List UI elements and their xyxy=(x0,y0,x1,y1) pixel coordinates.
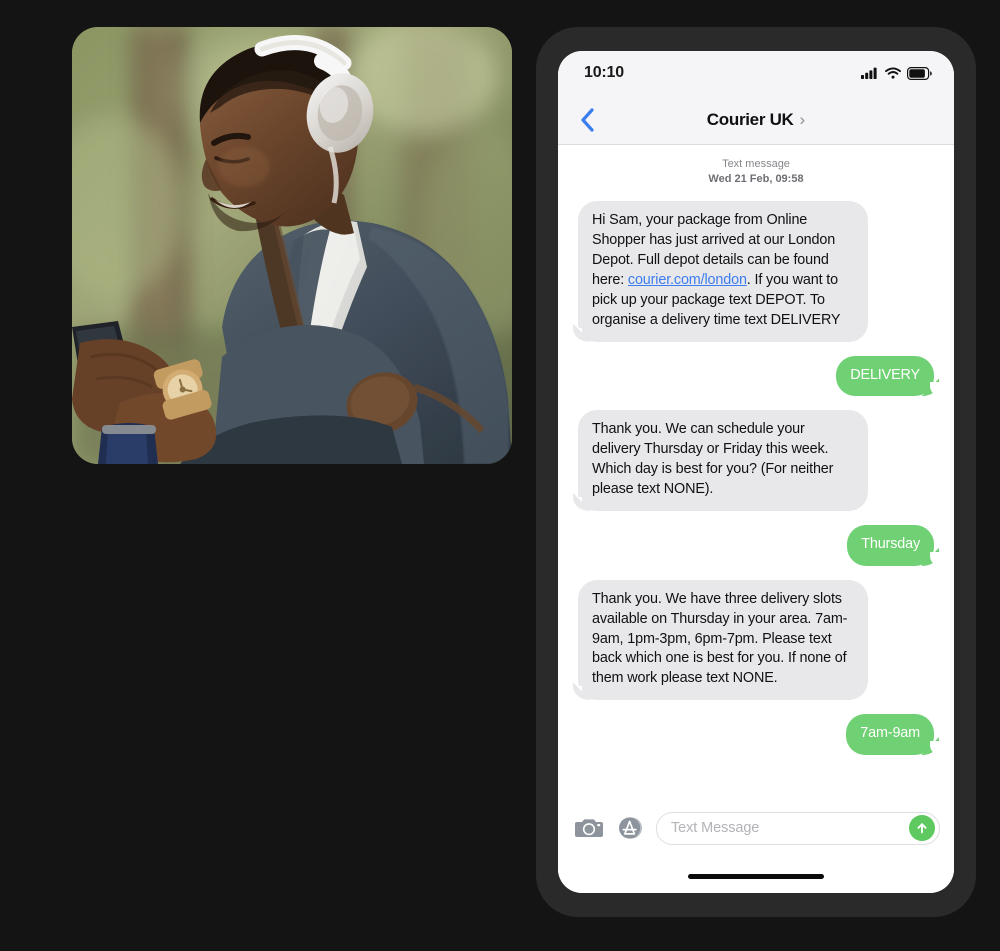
message-row: Thursday xyxy=(574,524,940,566)
message-bubble-outgoing[interactable]: 7am-9am xyxy=(846,714,940,756)
message-bubble-incoming[interactable]: Hi Sam, your package from Online Shopper… xyxy=(572,201,868,342)
home-indicator-area xyxy=(558,859,954,893)
conversation-title: Courier UK xyxy=(706,109,794,129)
hero-photo xyxy=(72,27,512,464)
app-store-icon xyxy=(619,817,642,839)
camera-icon xyxy=(575,819,603,837)
camera-button[interactable] xyxy=(574,813,604,843)
phone-screen: 10:10 Courier UK › Text message Wed 21 F… xyxy=(558,51,954,893)
message-bubble-outgoing[interactable]: DELIVERY xyxy=(836,355,940,397)
message-row: Thank you. We can schedule your delivery… xyxy=(572,410,938,511)
send-button[interactable] xyxy=(909,815,935,841)
photo-portrait-icon xyxy=(72,27,512,464)
status-bar: 10:10 xyxy=(558,51,954,95)
message-input-bar: Text Message xyxy=(558,797,954,859)
app-store-button[interactable] xyxy=(615,813,645,843)
message-row: Hi Sam, your package from Online Shopper… xyxy=(572,201,938,342)
thread-timestamp: Text message Wed 21 Feb, 09:58 xyxy=(574,157,938,187)
cellular-signal-icon xyxy=(861,67,877,79)
message-thread[interactable]: Text message Wed 21 Feb, 09:58 Hi Sam, y… xyxy=(558,145,954,797)
message-row: DELIVERY xyxy=(574,355,940,397)
message-input-placeholder: Text Message xyxy=(671,820,760,836)
back-button[interactable] xyxy=(574,105,600,135)
conversation-title-button[interactable]: Courier UK › xyxy=(707,110,805,130)
phone-mockup: 10:10 Courier UK › Text message Wed 21 F… xyxy=(536,27,976,917)
timestamp-date: Wed 21 Feb, 09:58 xyxy=(708,173,804,186)
message-bubble-incoming[interactable]: Thank you. We can schedule your delivery… xyxy=(572,410,868,511)
wifi-icon xyxy=(885,67,901,79)
status-time: 10:10 xyxy=(584,64,624,81)
conversation-nav-bar: Courier UK › xyxy=(558,95,954,145)
timestamp-label: Text message xyxy=(722,158,790,170)
message-row: Thank you. We have three delivery slots … xyxy=(572,579,938,701)
send-arrow-up-icon xyxy=(917,823,927,834)
message-input[interactable]: Text Message xyxy=(656,811,940,845)
chevron-right-icon: › xyxy=(799,110,806,129)
message-bubble-outgoing[interactable]: Thursday xyxy=(847,524,940,566)
message-link[interactable]: courier.com/london xyxy=(628,272,747,288)
battery-icon xyxy=(907,66,932,80)
home-indicator[interactable] xyxy=(688,873,824,879)
status-icons xyxy=(861,66,932,80)
message-bubble-incoming[interactable]: Thank you. We have three delivery slots … xyxy=(572,579,868,701)
chevron-left-icon xyxy=(580,107,594,132)
message-row: 7am-9am xyxy=(574,714,940,756)
